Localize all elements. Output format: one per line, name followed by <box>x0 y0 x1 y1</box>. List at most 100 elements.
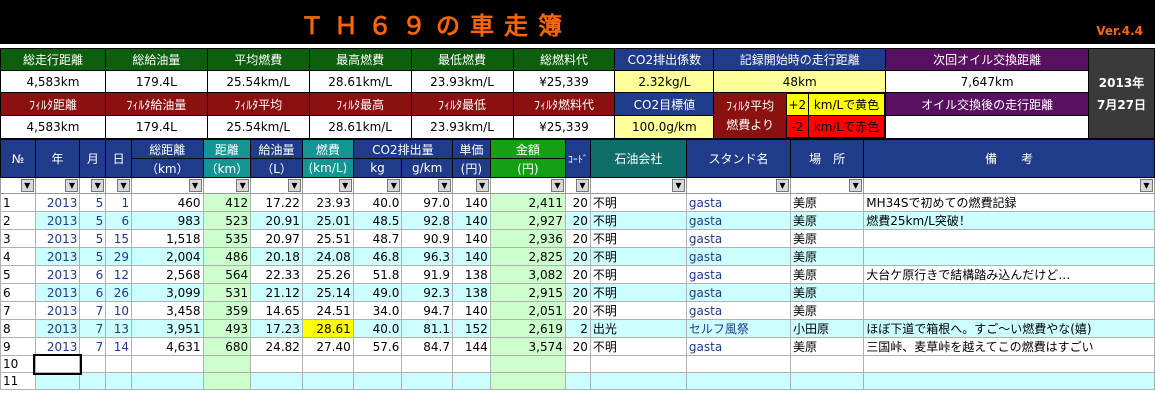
row-no[interactable]: 7 <box>0 301 36 320</box>
month-cell[interactable]: 7 <box>79 301 107 320</box>
co2-gkm-cell[interactable]: 90.9 <box>401 229 453 248</box>
company-cell[interactable]: 不明 <box>589 193 687 212</box>
summary-value[interactable]: ¥25,339 <box>512 70 616 93</box>
co2-kg-cell[interactable]: 49.0 <box>352 283 403 302</box>
company-cell[interactable]: 出光 <box>589 319 687 338</box>
fuel-cell[interactable]: 20.97 <box>250 229 303 248</box>
filter-dropdown-icon[interactable]: ▼ <box>188 179 202 192</box>
code-cell[interactable]: 20 <box>564 193 591 212</box>
year-cell[interactable]: 2013 <box>34 337 81 356</box>
co2-kg-cell[interactable]: 40.0 <box>352 319 403 338</box>
year-cell[interactable]: 2013 <box>34 265 81 284</box>
price-cell[interactable]: 140 <box>451 247 491 266</box>
economy-cell[interactable]: 28.61 <box>301 319 354 338</box>
total-dist-cell[interactable]: 983 <box>131 211 204 230</box>
empty-cell[interactable] <box>789 355 865 373</box>
filter-dropdown-icon[interactable]: ▼ <box>437 179 451 192</box>
code-cell[interactable]: 20 <box>564 283 591 302</box>
price-cell[interactable]: 140 <box>451 229 491 248</box>
summary-value[interactable]: 28.61km/L <box>308 70 412 93</box>
filter-dropdown-icon[interactable]: ▼ <box>775 179 789 192</box>
summary-value[interactable]: 2.32kg/L <box>614 70 715 93</box>
filter-value[interactable]: 100.0g/km <box>614 115 715 139</box>
price-cell[interactable]: 140 <box>451 193 491 212</box>
co2-kg-cell[interactable]: 51.8 <box>352 265 403 284</box>
company-cell[interactable]: 不明 <box>589 301 687 320</box>
minus-threshold[interactable]: -2 <box>785 115 809 138</box>
empty-cell[interactable] <box>301 372 354 390</box>
col-fuel[interactable]: 給油量 <box>250 139 303 159</box>
year-cell[interactable]: 2013 <box>34 247 81 266</box>
co2-kg-cell[interactable]: 48.5 <box>352 211 403 230</box>
economy-cell[interactable]: 25.14 <box>301 283 354 302</box>
summary-value[interactable]: 179.4L <box>104 70 208 93</box>
plus-threshold[interactable]: +2 <box>785 93 809 116</box>
year-cell[interactable]: 2013 <box>34 211 81 230</box>
row-no[interactable]: 4 <box>0 247 36 266</box>
dist-cell[interactable]: 564 <box>202 265 252 284</box>
fuel-cell[interactable]: 17.22 <box>250 193 303 212</box>
empty-cell[interactable] <box>105 355 133 373</box>
stand-cell[interactable]: gasta <box>685 229 791 248</box>
price-cell[interactable]: 138 <box>451 265 491 284</box>
company-cell[interactable]: 不明 <box>589 211 687 230</box>
month-cell[interactable]: 6 <box>79 265 107 284</box>
month-cell[interactable]: 5 <box>79 211 107 230</box>
filter-dropdown-icon[interactable]: ▼ <box>65 179 79 192</box>
row-no[interactable]: 6 <box>0 283 36 302</box>
year-cell[interactable]: 2013 <box>34 283 81 302</box>
month-cell[interactable]: 5 <box>79 229 107 248</box>
year-cell[interactable]: 2013 <box>34 301 81 320</box>
col-company[interactable]: 石油会社 <box>589 139 687 178</box>
day-cell[interactable]: 15 <box>105 229 133 248</box>
col-co2[interactable]: CO2排出量 <box>352 139 453 159</box>
col-note[interactable]: 備 考 <box>863 139 1155 178</box>
place-cell[interactable]: 美原 <box>789 265 865 284</box>
note-cell[interactable]: MH34Sで初めての燃費記録 <box>863 193 1155 212</box>
empty-cell[interactable] <box>250 355 303 373</box>
company-cell[interactable]: 不明 <box>589 265 687 284</box>
empty-cell[interactable] <box>489 355 566 373</box>
price-cell[interactable]: 144 <box>451 337 491 356</box>
filter-dropdown-icon[interactable]: ▼ <box>849 179 863 192</box>
empty-cell[interactable] <box>202 372 252 390</box>
co2-kg-cell[interactable]: 48.7 <box>352 229 403 248</box>
empty-cell[interactable] <box>131 372 204 390</box>
note-cell[interactable] <box>863 301 1155 320</box>
total-dist-cell[interactable]: 3,951 <box>131 319 204 338</box>
dist-cell[interactable]: 535 <box>202 229 252 248</box>
empty-cell[interactable] <box>301 355 354 373</box>
fuel-cell[interactable]: 14.65 <box>250 301 303 320</box>
note-cell[interactable]: 燃費25km/L突破！ <box>863 211 1155 230</box>
total-dist-cell[interactable]: 2,568 <box>131 265 204 284</box>
place-cell[interactable]: 美原 <box>789 337 865 356</box>
dist-cell[interactable]: 359 <box>202 301 252 320</box>
month-cell[interactable]: 5 <box>79 247 107 266</box>
filter-dropdown-icon[interactable]: ▼ <box>338 179 352 192</box>
col-dist[interactable]: 距離 <box>202 139 252 159</box>
row-no[interactable]: 2 <box>0 211 36 230</box>
empty-cell[interactable] <box>131 355 204 373</box>
empty-cell[interactable] <box>202 355 252 373</box>
dist-cell[interactable]: 680 <box>202 337 252 356</box>
filter-dropdown-icon[interactable]: ▼ <box>236 179 250 192</box>
amount-cell[interactable]: 2,411 <box>489 193 566 212</box>
empty-cell[interactable] <box>451 355 491 373</box>
filter-value[interactable]: 179.4L <box>104 115 208 139</box>
fuel-cell[interactable]: 22.33 <box>250 265 303 284</box>
co2-gkm-cell[interactable]: 92.8 <box>401 211 453 230</box>
row-no[interactable]: 10 <box>0 355 36 373</box>
stand-cell[interactable]: gasta <box>685 337 791 356</box>
total-dist-cell[interactable]: 2,004 <box>131 247 204 266</box>
row-no[interactable]: 11 <box>0 372 36 390</box>
co2-kg-cell[interactable]: 40.0 <box>352 193 403 212</box>
empty-cell[interactable] <box>79 372 107 390</box>
note-cell[interactable]: 大台ケ原行きで結構踏み込んだけど… <box>863 265 1155 284</box>
co2-gkm-cell[interactable]: 94.7 <box>401 301 453 320</box>
col-day[interactable]: 日 <box>105 139 133 178</box>
day-cell[interactable]: 13 <box>105 319 133 338</box>
year-cell[interactable]: 2013 <box>34 319 81 338</box>
stand-cell[interactable]: gasta <box>685 283 791 302</box>
co2-gkm-cell[interactable]: 97.0 <box>401 193 453 212</box>
col-month[interactable]: 月 <box>79 139 107 178</box>
